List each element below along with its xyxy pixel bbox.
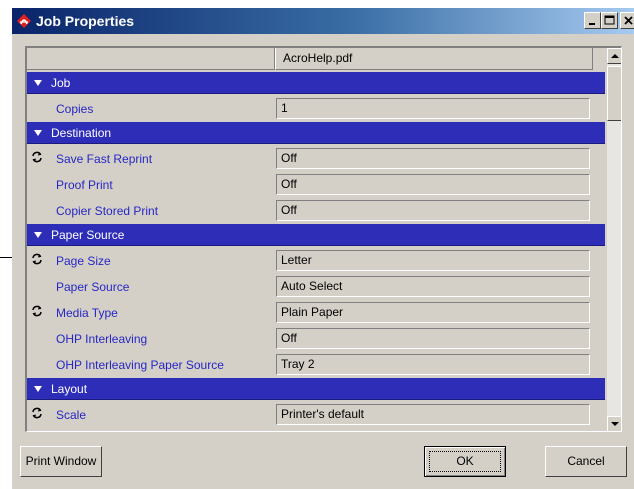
property-value-field[interactable]: Plain Paper bbox=[276, 302, 590, 323]
property-label: Proof Print bbox=[56, 178, 113, 192]
minimize-icon bbox=[589, 23, 595, 25]
print-window-label: Print Window bbox=[25, 454, 97, 468]
property-row: OHP Interleaving Paper Source Tray 2 bbox=[27, 352, 605, 378]
collapse-triangle-icon bbox=[34, 386, 42, 392]
property-row: Proof Print Off bbox=[27, 172, 605, 198]
property-value-field[interactable]: Printer's default bbox=[276, 404, 590, 425]
section-label: Destination bbox=[51, 126, 112, 140]
vertical-scrollbar[interactable] bbox=[607, 48, 621, 431]
property-row: OHP Interleaving Off bbox=[27, 326, 605, 352]
property-value-field[interactable]: Auto Select bbox=[276, 276, 590, 297]
collapse-triangle-icon bbox=[34, 130, 42, 136]
section-header[interactable]: Paper Source bbox=[27, 224, 605, 246]
property-label: Scale bbox=[56, 408, 87, 422]
property-row: Paper Source Auto Select bbox=[27, 274, 605, 300]
property-row: Save Fast Reprint Off bbox=[27, 146, 605, 172]
property-value-field[interactable]: Off bbox=[276, 328, 590, 349]
property-label: Copies bbox=[56, 102, 94, 116]
property-value-field[interactable]: Off bbox=[276, 148, 590, 169]
property-label: Copier Stored Print bbox=[56, 204, 159, 218]
ok-button[interactable]: OK bbox=[424, 446, 506, 477]
property-value-field[interactable]: Off bbox=[276, 174, 590, 195]
maximize-button[interactable] bbox=[601, 12, 618, 29]
cancel-label: Cancel bbox=[567, 454, 605, 468]
section-header[interactable]: Destination bbox=[27, 122, 605, 144]
property-label: Page Size bbox=[56, 254, 111, 268]
section-label: Paper Source bbox=[51, 228, 125, 242]
section-header[interactable]: Job bbox=[27, 72, 605, 94]
ok-label: OK bbox=[456, 454, 474, 468]
property-row: Copies 1 bbox=[27, 96, 605, 122]
job-properties-window: Job Properties AcroHelp.pdf Job Copies 1 De… bbox=[12, 8, 634, 489]
property-grid: AcroHelp.pdf Job Copies 1 Destination Save F… bbox=[25, 46, 622, 432]
property-value-field[interactable]: Off bbox=[276, 200, 590, 221]
section-header[interactable]: Layout bbox=[27, 378, 605, 400]
refresh-icon bbox=[30, 304, 44, 318]
arrow-down-icon bbox=[611, 422, 619, 426]
print-window-button[interactable]: Print Window bbox=[20, 446, 102, 477]
property-row: Media Type Plain Paper bbox=[27, 300, 605, 326]
property-label: Media Type bbox=[56, 306, 118, 320]
minimize-button[interactable] bbox=[584, 12, 601, 29]
property-value-field[interactable]: Tray 2 bbox=[276, 354, 590, 375]
refresh-icon bbox=[30, 150, 44, 164]
close-button[interactable] bbox=[620, 12, 634, 29]
refresh-icon bbox=[30, 406, 44, 420]
property-row: Page Size Letter bbox=[27, 248, 605, 274]
grid-header-name-column bbox=[27, 48, 275, 70]
property-label: Save Fast Reprint bbox=[56, 152, 153, 166]
title-bar: Job Properties bbox=[12, 8, 634, 34]
property-label: OHP Interleaving bbox=[56, 332, 148, 346]
grid-header-document: AcroHelp.pdf bbox=[275, 48, 593, 70]
scroll-down-button[interactable] bbox=[607, 416, 621, 431]
grid-header: AcroHelp.pdf bbox=[27, 48, 607, 70]
property-label: Paper Source bbox=[56, 280, 130, 294]
property-row: Scale Printer's default bbox=[27, 402, 605, 428]
property-row: Copier Stored Print Off bbox=[27, 198, 605, 224]
scroll-thumb[interactable] bbox=[607, 66, 621, 121]
section-label: Layout bbox=[51, 382, 88, 396]
scroll-up-button[interactable] bbox=[607, 48, 621, 64]
close-icon bbox=[624, 16, 633, 25]
arrow-up-icon bbox=[611, 54, 619, 58]
acrobat-icon bbox=[17, 14, 31, 28]
collapse-triangle-icon bbox=[34, 232, 42, 238]
property-value-field[interactable]: Letter bbox=[276, 250, 590, 271]
collapse-triangle-icon bbox=[34, 80, 42, 86]
property-value-field[interactable]: 1 bbox=[276, 98, 590, 119]
window-title: Job Properties bbox=[36, 13, 135, 29]
refresh-icon bbox=[30, 252, 44, 266]
cancel-button[interactable]: Cancel bbox=[545, 446, 627, 477]
property-label: OHP Interleaving Paper Source bbox=[56, 358, 224, 372]
section-label: Job bbox=[51, 76, 71, 90]
maximize-icon bbox=[604, 15, 615, 25]
